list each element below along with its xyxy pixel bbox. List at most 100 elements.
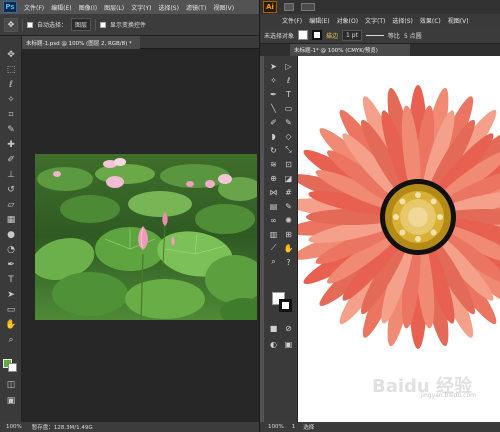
ps-menu-file[interactable]: 文件(F) (24, 3, 44, 12)
hand-icon[interactable]: ✋ (3, 318, 19, 332)
auto-select-dropdown[interactable]: 图层 (71, 18, 92, 31)
screen-mode-icon[interactable]: ▣ (3, 394, 19, 408)
lasso-icon[interactable]: ℓ (3, 78, 19, 92)
ai-menu-type[interactable]: 文字(T) (365, 16, 385, 25)
symbol-sprayer-icon[interactable]: ✺ (282, 214, 295, 226)
ps-document-tab[interactable]: 未标题-1.psd @ 100% (图层 2, RGB/8) * (22, 36, 140, 49)
pen-icon[interactable]: ✒ (3, 258, 19, 272)
line-icon[interactable]: ╲ (267, 102, 280, 114)
flower-center-dot (430, 229, 437, 236)
paintbrush-icon[interactable]: ✐ (267, 116, 280, 128)
direct-selection-icon[interactable]: ▷ (282, 60, 295, 72)
crop-icon[interactable]: ⌗ (3, 108, 19, 122)
lasso-icon[interactable]: ℓ (282, 74, 295, 86)
zoom-icon[interactable]: ⌕ (3, 333, 19, 347)
history-brush-icon[interactable]: ↺ (3, 183, 19, 197)
ps-status-bar: 100% 暂存盘：128.3M/1.49G (0, 422, 259, 432)
draw-mode-icon[interactable]: ◐ (267, 338, 280, 350)
eraser-icon[interactable]: ◇ (282, 130, 295, 142)
ai-zoom-readout[interactable]: 100% (268, 424, 284, 430)
question-icon[interactable]: ? (282, 256, 295, 268)
ps-menu-filter[interactable]: 滤镜(T) (186, 3, 206, 12)
gradient-icon[interactable]: ▤ (267, 200, 280, 212)
artboard-icon[interactable]: ⊞ (282, 228, 295, 240)
brush-icon[interactable]: ✐ (3, 153, 19, 167)
warp-icon[interactable]: ≋ (267, 158, 280, 170)
ps-canvas-area[interactable] (22, 50, 259, 422)
ai-page-readout[interactable]: 1 (292, 424, 296, 430)
ai-menu-file[interactable]: 文件(F) (282, 16, 302, 25)
profile-label[interactable]: 等比 (388, 31, 400, 40)
pen-icon[interactable]: ✒ (267, 88, 280, 100)
ai-document-tab[interactable]: 未标题-1* @ 100% (CMYK/预览) (290, 44, 410, 56)
ps-menu-image[interactable]: 图像(I) (79, 3, 97, 12)
workspace-switcher-icon[interactable] (301, 3, 315, 11)
gradient-icon[interactable]: ▦ (3, 213, 19, 227)
fill-swatch[interactable] (298, 30, 309, 40)
stroke-weight-field[interactable]: 1 pt (342, 29, 362, 41)
ps-options-bar: ✥ 自动选择： 图层 显示变换控件 (0, 14, 259, 36)
rectangle-icon[interactable]: ▭ (3, 303, 19, 317)
ai-menu-edit[interactable]: 编辑(E) (309, 16, 329, 25)
eyedropper-icon[interactable]: ✎ (282, 200, 295, 212)
shape-builder-icon[interactable]: ⊕ (267, 172, 280, 184)
none-color-icon[interactable]: ⊘ (282, 322, 295, 334)
quick-mask-icon[interactable]: ◫ (3, 378, 19, 392)
pencil-icon[interactable]: ✎ (282, 116, 295, 128)
lotus-photo-graphic (35, 154, 257, 320)
auto-select-checkbox[interactable] (27, 21, 33, 28)
free-transform-icon[interactable]: ⊡ (282, 158, 295, 170)
bridge-icon[interactable] (284, 3, 294, 11)
screen-mode-icon[interactable]: ▣ (282, 338, 295, 350)
show-transform-checkbox[interactable] (100, 21, 107, 28)
desktop: Ps 文件(F) 编辑(E) 图像(I) 图层(L) 文字(Y) 选择(S) 滤… (0, 0, 500, 432)
live-paint-icon[interactable]: ◪ (282, 172, 295, 184)
ps-menu-edit[interactable]: 编辑(E) (51, 3, 71, 12)
move-tool-preset-icon[interactable]: ✥ (4, 17, 18, 32)
ps-menu-type[interactable]: 文字(Y) (131, 3, 151, 12)
stroke-color-box[interactable] (279, 299, 292, 312)
rotate-icon[interactable]: ↻ (267, 144, 280, 156)
eraser-icon[interactable]: ▱ (3, 198, 19, 212)
zoom-icon[interactable]: ⌕ (267, 256, 280, 268)
ai-menu-select[interactable]: 选择(S) (392, 16, 413, 25)
hand-icon[interactable]: ✋ (282, 242, 295, 254)
ps-menu-select[interactable]: 选择(S) (158, 3, 179, 12)
blob-brush-icon[interactable]: ◗ (267, 130, 280, 142)
path-select-icon[interactable]: ➤ (3, 288, 19, 302)
magic-wand-icon[interactable]: ✧ (3, 93, 19, 107)
healing-icon[interactable]: ✚ (3, 138, 19, 152)
gerbera-flower-artwork (286, 85, 500, 349)
eyedropper-icon[interactable]: ✎ (3, 123, 19, 137)
ps-zoom-readout[interactable]: 100% (6, 424, 22, 430)
stroke-label[interactable]: 描边 (326, 31, 338, 40)
background-color-swatch[interactable] (8, 363, 17, 372)
perspective-grid-icon[interactable]: ⋈ (267, 186, 280, 198)
graph-icon[interactable]: ▥ (267, 228, 280, 240)
type-icon[interactable]: T (3, 273, 19, 287)
brush-label[interactable]: 5 点圆 (404, 31, 422, 40)
stamp-icon[interactable]: ⊥ (3, 168, 19, 182)
ai-menu-object[interactable]: 对象(O) (337, 16, 358, 25)
magic-wand-icon[interactable]: ✧ (267, 74, 280, 86)
dodge-icon[interactable]: ◔ (3, 243, 19, 257)
stroke-swatch[interactable] (312, 30, 323, 40)
selection-icon[interactable]: ➤ (267, 60, 280, 72)
mesh-icon[interactable]: # (282, 186, 295, 198)
scale-icon[interactable]: ⤡ (282, 144, 295, 156)
ai-document-tabbar: 未标题-1* @ 100% (CMYK/预览) (260, 44, 500, 56)
blur-icon[interactable]: ● (3, 228, 19, 242)
type-icon[interactable]: T (282, 88, 295, 100)
slice-icon[interactable]: ⟋ (267, 242, 280, 254)
move-icon[interactable]: ✥ (3, 48, 19, 62)
rectangle-icon[interactable]: ▭ (282, 102, 295, 114)
blend-icon[interactable]: ∞ (267, 214, 280, 226)
ai-status-bar: 100% 1 选择 (260, 422, 500, 432)
ps-menu-layer[interactable]: 图层(L) (104, 3, 124, 12)
ps-menu-view[interactable]: 视图(V) (213, 3, 234, 12)
marquee-icon[interactable]: ⬚ (3, 63, 19, 77)
ai-menu-view[interactable]: 视图(V) (448, 16, 469, 25)
ai-artboard[interactable] (286, 56, 500, 422)
color-mode-icon[interactable]: ■ (267, 322, 280, 334)
ai-menu-effect[interactable]: 效果(C) (420, 16, 441, 25)
